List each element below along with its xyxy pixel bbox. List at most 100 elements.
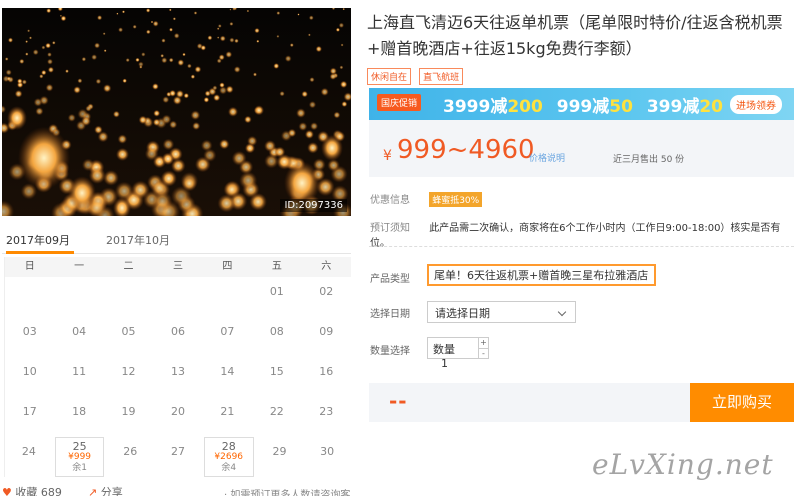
date-label: 选择日期 — [370, 309, 410, 320]
lantern-light — [342, 8, 345, 11]
quantity-input[interactable]: 数量 1 — [427, 337, 479, 370]
image-id-label: ID:2097336 — [280, 199, 347, 212]
lantern-light — [41, 69, 47, 76]
product-type-option[interactable]: 尾单！6天往返机票+赠首晚三星布拉雅酒店 — [427, 264, 656, 286]
quantity-value: 1 — [441, 357, 448, 370]
lantern-light — [308, 33, 311, 37]
calendar-week: 17 18 19 20 21 22 23 — [5, 397, 351, 437]
product-title: 上海直飞清迈6天往返单机票（尾单限时特价/往返含税机票+赠首晚酒店+往返15kg… — [367, 13, 783, 58]
lantern-light — [218, 54, 225, 61]
lantern-light — [169, 89, 177, 97]
promo-badge: 国庆促销 — [377, 94, 422, 111]
get-coupon-button[interactable]: 进场领券 — [730, 95, 782, 114]
lantern-light — [173, 32, 180, 39]
lantern-light — [59, 14, 63, 17]
calendar-week: 03 04 05 06 07 08 09 — [5, 317, 351, 357]
day-number: 20 — [170, 405, 185, 418]
lantern-light — [213, 94, 221, 102]
lantern-light — [340, 43, 344, 47]
lantern-light — [284, 55, 292, 62]
tag-leisure: 休闲自在 — [367, 68, 412, 85]
calendar-day: 18 — [54, 397, 103, 437]
lantern-light — [103, 84, 112, 93]
calendar-day: 19 — [104, 397, 153, 437]
quantity-stepper[interactable]: + - — [479, 337, 489, 359]
lantern-light — [309, 77, 315, 83]
lantern-light — [145, 8, 151, 13]
calendar-day: 26 — [106, 437, 154, 477]
tab-2017-10[interactable]: 2017年10月 — [106, 232, 170, 248]
lantern-light — [103, 49, 107, 53]
lantern-light — [162, 96, 170, 104]
tab-2017-09[interactable]: 2017年09月 — [6, 232, 70, 248]
calendar-day-available[interactable]: 28 ¥2696 余4 — [203, 437, 254, 477]
favorite-button[interactable]: ♥ 收藏 689 — [2, 484, 62, 496]
lantern-light — [146, 29, 151, 35]
lantern-light — [212, 85, 218, 91]
calendar-day: 15 — [252, 357, 301, 397]
product-tags: 休闲自在 直飞航班 — [367, 65, 466, 85]
weekday-sun: 日 — [24, 261, 35, 272]
buy-now-button[interactable]: 立即购买 — [690, 383, 794, 422]
lantern-photo — [2, 8, 351, 216]
day-number: 15 — [269, 365, 284, 378]
lantern-light — [102, 32, 106, 36]
calendar-day — [203, 277, 252, 317]
deal-item: 3999减200 — [443, 97, 543, 117]
weekday-header: 日 一 二 三 四 五 六 — [5, 257, 351, 277]
day-number: 12 — [121, 365, 136, 378]
offer-badge: 蜂蜜抵30% — [429, 192, 483, 207]
lantern-light — [333, 111, 341, 119]
site-watermark: eLvXing.net — [592, 448, 774, 481]
promo-deals: 3999减200 999减50 399减20 — [443, 92, 731, 117]
lantern-light — [308, 101, 317, 109]
price-explanation-link[interactable]: 价格说明 — [529, 151, 565, 164]
calendar-day-available[interactable]: 25 ¥999 余1 — [54, 437, 105, 477]
calendar-day: 29 — [256, 437, 304, 477]
lantern-light — [296, 108, 306, 118]
offers-row: 优惠信息 蜂蜜抵30% — [370, 191, 483, 207]
day-stock: 余4 — [221, 463, 237, 473]
lantern-light — [217, 24, 222, 28]
lantern-light — [116, 12, 119, 15]
lantern-light — [279, 91, 285, 97]
lantern-light — [304, 129, 314, 139]
total-price: -- — [389, 389, 408, 413]
lantern-light — [287, 128, 297, 138]
lantern-light — [234, 38, 239, 44]
consult-note[interactable]: · 如需预订更多人数请咨询客服 — [224, 486, 351, 496]
date-select[interactable]: 请选择日期 — [427, 301, 576, 323]
lantern-light — [310, 122, 319, 131]
calendar-day: 03 — [5, 317, 54, 357]
lantern-light — [6, 76, 12, 81]
product-image[interactable]: ID:2097336 — [2, 8, 351, 216]
increment-button[interactable]: + — [479, 338, 488, 348]
lantern-light — [7, 37, 14, 43]
share-button[interactable]: ↗ 分享 — [88, 484, 123, 496]
lantern-light — [160, 170, 177, 187]
promo-banner[interactable]: 国庆促销 3999减200 999减50 399减20 进场领券 — [369, 88, 794, 120]
calendar-day: 23 — [302, 397, 351, 437]
lantern-light — [203, 96, 210, 103]
lantern-light — [152, 20, 159, 27]
lantern-light — [225, 51, 233, 58]
lantern-light — [118, 27, 124, 33]
day-number: 06 — [170, 325, 185, 338]
lantern-light — [203, 148, 217, 162]
lantern-light — [47, 66, 55, 73]
calendar-day — [54, 277, 103, 317]
lantern-light — [162, 138, 175, 151]
calendar-day: 11 — [54, 357, 103, 397]
lantern-light — [132, 24, 137, 29]
lantern-light — [329, 73, 337, 80]
calendar-day — [5, 277, 54, 317]
decrement-button[interactable]: - — [479, 348, 488, 358]
lantern-light — [153, 109, 161, 117]
day-number: 22 — [269, 405, 284, 418]
lantern-light — [229, 8, 232, 11]
calendar-grid: 日 一 二 三 四 五 六 01 02 03 04 05 06 07 08 09 10 11 12 13… — [4, 257, 351, 477]
lantern-light — [219, 86, 228, 95]
calendar-day: 27 — [154, 437, 202, 477]
share-label: 分享 — [100, 486, 123, 496]
day-number: 27 — [171, 445, 186, 458]
